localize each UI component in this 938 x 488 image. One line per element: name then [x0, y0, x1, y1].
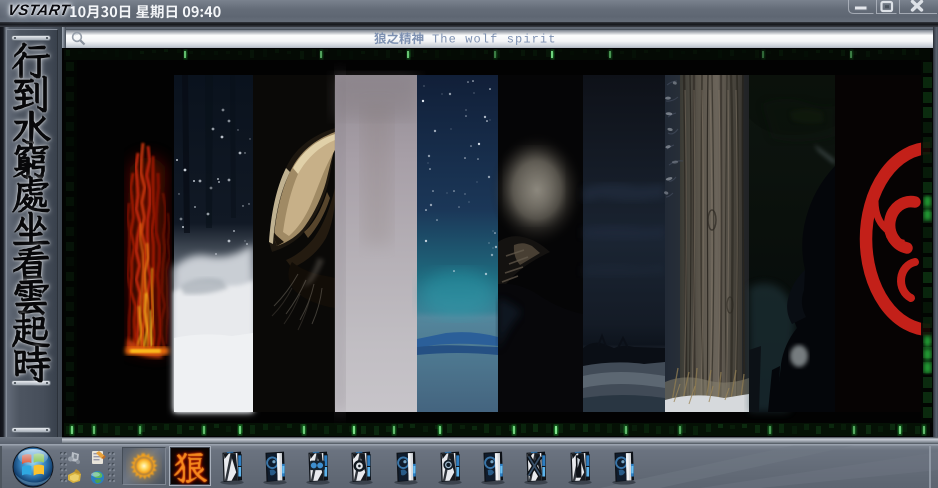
svg-text:The wolf spirit: The wolf spirit: [432, 33, 557, 47]
